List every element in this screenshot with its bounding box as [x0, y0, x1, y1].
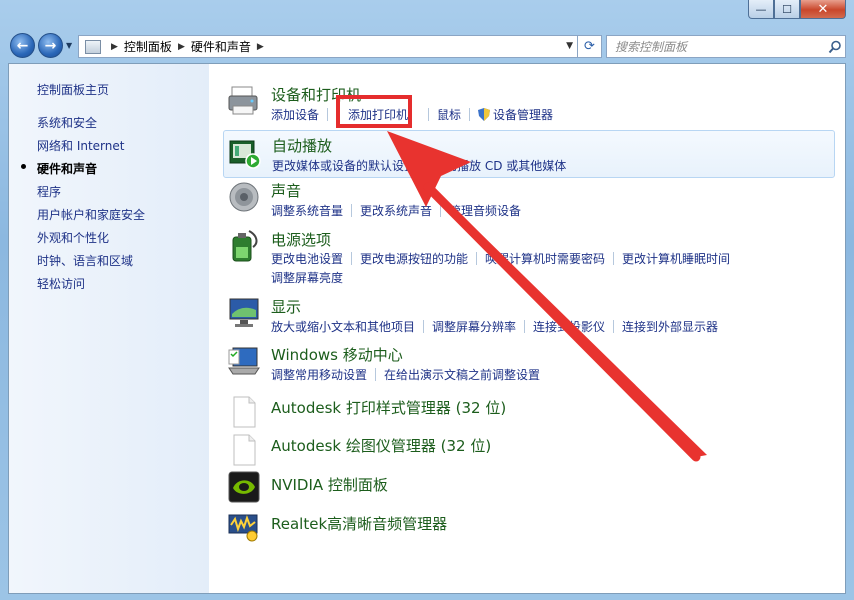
- mobility-center-icon: [227, 344, 261, 378]
- category-title[interactable]: Autodesk 打印样式管理器 (32 位): [271, 397, 506, 418]
- sidebar: 控制面板主页 系统和安全 网络和 Internet 硬件和声音 程序 用户帐户和…: [9, 64, 209, 593]
- change-battery-settings-link[interactable]: 更改电池设置: [271, 252, 343, 266]
- link-divider: [524, 320, 526, 333]
- category-devices-and-printers: 设备和打印机 添加设备 添加打印机 鼠标 设备管理器: [223, 84, 835, 124]
- caption-buttons: — ☐ ✕: [748, 0, 846, 20]
- resize-text-link[interactable]: 放大或缩小文本和其他项目: [271, 320, 415, 334]
- mouse-link[interactable]: 鼠标: [437, 108, 461, 122]
- sidebar-item-control-panel-home[interactable]: 控制面板主页: [37, 81, 109, 98]
- control-panel-window: — ☐ ✕ ← → ▼ ▶ 控制面板 ▶ 硬件和声音 ▶ ▼ ⟳ 控制面板主页 …: [0, 0, 854, 600]
- link-divider: [327, 108, 329, 121]
- change-default-media-settings-link[interactable]: 更改媒体或设备的默认设置: [272, 159, 416, 173]
- monitor-icon: [227, 296, 261, 330]
- sidebar-item-user-accounts[interactable]: 用户帐户和家庭安全: [37, 206, 145, 223]
- document-icon: [227, 433, 261, 467]
- connect-projector-link[interactable]: 连接到投影仪: [533, 320, 605, 334]
- navigation-bar: ← → ▼ ▶ 控制面板 ▶ 硬件和声音 ▶ ▼ ⟳: [8, 32, 846, 60]
- breadcrumb-separator-icon[interactable]: ▶: [178, 42, 185, 52]
- breadcrumb-control-panel[interactable]: 控制面板: [124, 38, 172, 55]
- link-divider: [423, 320, 425, 333]
- sidebar-item-appearance[interactable]: 外观和个性化: [37, 229, 109, 246]
- category-display: 显示 放大或缩小文本和其他项目 调整屏幕分辨率 连接到投影仪 连接到外部显示器: [223, 296, 835, 338]
- minimize-button[interactable]: —: [748, 0, 774, 19]
- category-title[interactable]: Autodesk 绘图仪管理器 (32 位): [271, 435, 491, 456]
- current-item-bullet-icon: [21, 164, 26, 169]
- category-windows-mobility-center: Windows 移动中心 调整常用移动设置 在给出演示文稿之前调整设置: [223, 344, 835, 386]
- nvidia-icon: [227, 470, 261, 504]
- category-power-options: 电源选项 更改电池设置 更改电源按钮的功能 唤醒计算机时需要密码 更改计算机睡眠时间 …: [223, 229, 835, 289]
- recent-pages-chevron-icon[interactable]: ▼: [66, 41, 72, 50]
- back-button[interactable]: ←: [10, 33, 35, 58]
- adjust-mobility-settings-link[interactable]: 调整常用移动设置: [271, 368, 367, 382]
- add-device-link[interactable]: 添加设备: [271, 108, 319, 122]
- sidebar-item-hardware-and-sound: 硬件和声音: [37, 162, 98, 176]
- breadcrumb-hardware-and-sound[interactable]: 硬件和声音: [191, 38, 251, 55]
- category-title[interactable]: 声音: [271, 180, 301, 201]
- device-manager-link[interactable]: 设备管理器: [493, 108, 553, 122]
- search-icon[interactable]: [825, 40, 845, 54]
- category-title[interactable]: Realtek高清晰音频管理器: [271, 513, 447, 534]
- link-divider: [351, 252, 353, 265]
- breadcrumb-separator-icon[interactable]: ▶: [111, 42, 118, 52]
- link-divider: [613, 320, 615, 333]
- category-realtek-audio-manager: Realtek高清晰音频管理器: [223, 509, 835, 543]
- search-box: [606, 35, 846, 58]
- close-button[interactable]: ✕: [800, 0, 846, 19]
- sidebar-item-ease-of-access[interactable]: 轻松访问: [37, 275, 85, 292]
- change-sleep-time-link[interactable]: 更改计算机睡眠时间: [622, 252, 730, 266]
- category-title[interactable]: 电源选项: [271, 229, 331, 250]
- link-divider: [613, 252, 615, 265]
- category-title[interactable]: 自动播放: [272, 135, 332, 156]
- speaker-icon: [227, 180, 261, 214]
- client-area: 控制面板主页 系统和安全 网络和 Internet 硬件和声音 程序 用户帐户和…: [8, 63, 846, 594]
- category-nvidia-control-panel: NVIDIA 控制面板: [223, 470, 835, 504]
- change-power-button-link[interactable]: 更改电源按钮的功能: [360, 252, 468, 266]
- search-input[interactable]: [607, 36, 825, 57]
- category-sound: 声音 调整系统音量 更改系统声音 管理音频设备: [223, 180, 835, 222]
- link-divider: [469, 108, 471, 121]
- category-autodesk-plot-style-manager: Autodesk 打印样式管理器 (32 位): [223, 395, 835, 429]
- sidebar-item-network-and-internet[interactable]: 网络和 Internet: [37, 137, 124, 154]
- breadcrumb-separator-icon[interactable]: ▶: [257, 42, 264, 52]
- link-divider: [428, 108, 430, 121]
- presentation-settings-link[interactable]: 在给出演示文稿之前调整设置: [384, 368, 540, 382]
- category-title[interactable]: NVIDIA 控制面板: [271, 474, 388, 495]
- link-divider: [351, 204, 353, 217]
- link-divider: [440, 204, 442, 217]
- address-dropdown-chevron-icon[interactable]: ▼: [566, 41, 573, 51]
- category-title[interactable]: Windows 移动中心: [271, 344, 403, 365]
- link-divider: [424, 159, 426, 172]
- sidebar-item-system-and-security[interactable]: 系统和安全: [37, 114, 97, 131]
- forward-button[interactable]: →: [38, 33, 63, 58]
- printer-icon: [227, 84, 261, 118]
- link-divider: [375, 368, 377, 381]
- document-icon: [227, 395, 261, 429]
- battery-icon: [227, 229, 261, 263]
- adjust-screen-brightness-link[interactable]: 调整屏幕亮度: [271, 271, 343, 285]
- address-bar[interactable]: ▶ 控制面板 ▶ 硬件和声音 ▶ ▼: [78, 35, 578, 58]
- change-system-sounds-link[interactable]: 更改系统声音: [360, 204, 432, 218]
- main-content: 设备和打印机 添加设备 添加打印机 鼠标 设备管理器 自动播放 更改媒体或设备的默认设…: [209, 64, 845, 593]
- connect-external-display-link[interactable]: 连接到外部显示器: [622, 320, 718, 334]
- category-autoplay: 自动播放 更改媒体或设备的默认设置 自动播放 CD 或其他媒体: [223, 130, 835, 178]
- maximize-button[interactable]: ☐: [774, 0, 800, 19]
- realtek-audio-icon: [227, 509, 261, 543]
- link-divider: [476, 252, 478, 265]
- refresh-button[interactable]: ⟳: [578, 35, 602, 58]
- category-title[interactable]: 显示: [271, 296, 301, 317]
- sidebar-item-programs[interactable]: 程序: [37, 183, 61, 200]
- adjust-system-volume-link[interactable]: 调整系统音量: [271, 204, 343, 218]
- annotation-highlight-box: [336, 95, 412, 128]
- sidebar-item-clock-language-region[interactable]: 时钟、语言和区域: [37, 252, 133, 269]
- category-autodesk-plotter-manager: Autodesk 绘图仪管理器 (32 位): [223, 433, 835, 467]
- control-panel-icon: [85, 39, 101, 54]
- adjust-resolution-link[interactable]: 调整屏幕分辨率: [432, 320, 516, 334]
- autoplay-cd-link[interactable]: 自动播放 CD 或其他媒体: [433, 159, 566, 173]
- uac-shield-icon: [478, 108, 493, 122]
- autoplay-icon: [228, 137, 262, 171]
- manage-audio-devices-link[interactable]: 管理音频设备: [449, 204, 521, 218]
- require-password-on-wakeup-link[interactable]: 唤醒计算机时需要密码: [485, 252, 605, 266]
